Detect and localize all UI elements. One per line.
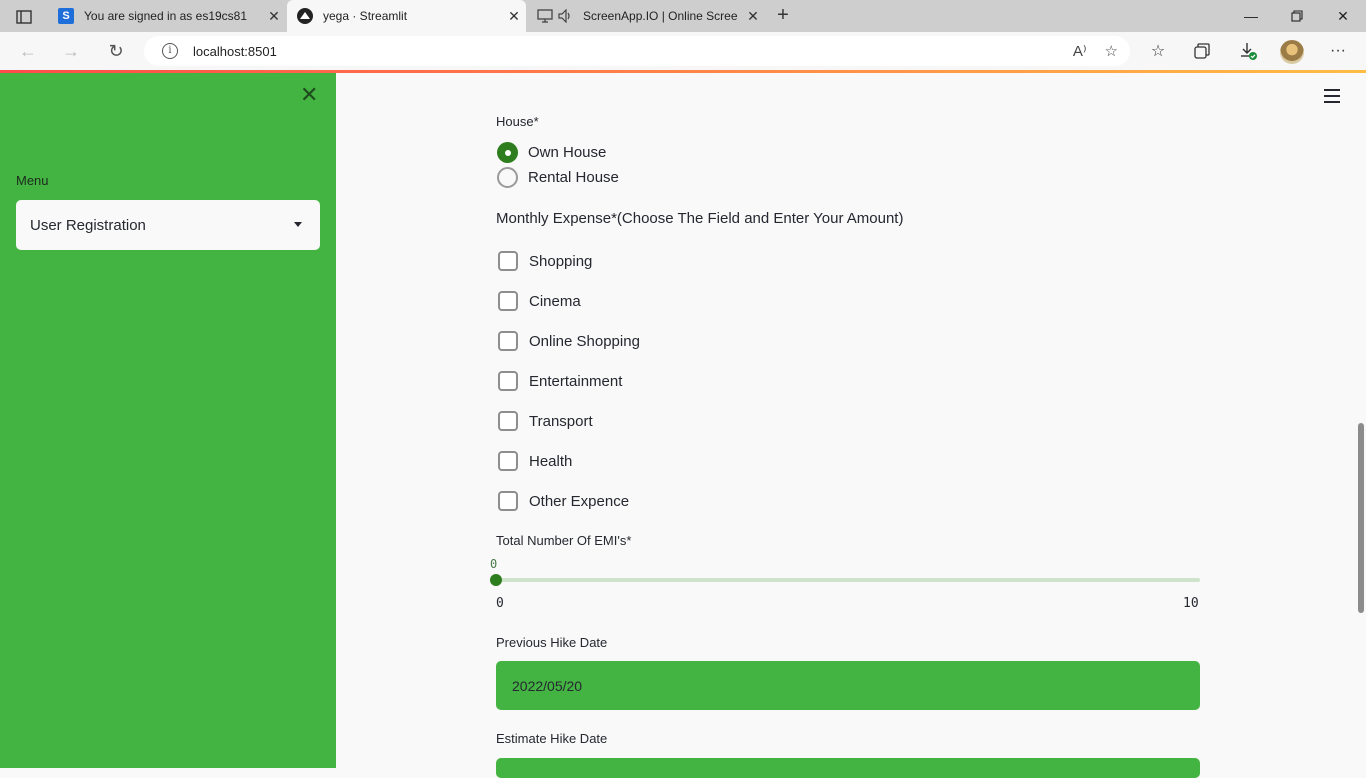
- speaker-icon[interactable]: [557, 8, 573, 24]
- restore-icon[interactable]: [1274, 0, 1320, 32]
- checkbox-label: Cinema: [529, 292, 581, 310]
- emi-slider-track[interactable]: [496, 578, 1200, 582]
- checkbox-label: Shopping: [529, 252, 593, 270]
- checkbox-cinema[interactable]: Cinema: [498, 291, 581, 311]
- caret-down-icon: [294, 222, 302, 227]
- favorites-icon[interactable]: ☆: [1146, 40, 1170, 62]
- browser-tab-signin[interactable]: S You are signed in as es19cs81 ✕: [48, 0, 286, 32]
- previous-hike-date-input[interactable]: 2022/05/20: [496, 661, 1200, 710]
- tab-actions-icon[interactable]: [8, 6, 40, 28]
- main-content: House* Own House Rental House Monthly Ex…: [336, 73, 1366, 778]
- radio-unselected-icon: [497, 167, 518, 188]
- minimize-icon[interactable]: —: [1228, 0, 1274, 32]
- slider-current-value: 0: [490, 557, 498, 571]
- close-tab-icon[interactable]: ✕: [502, 8, 526, 25]
- checkbox-label: Transport: [529, 412, 593, 430]
- s-logo-icon: S: [58, 8, 74, 24]
- new-tab-button[interactable]: +: [771, 4, 795, 28]
- scrollbar[interactable]: [1358, 423, 1364, 613]
- url-text: localhost:8501: [193, 43, 277, 59]
- reload-icon[interactable]: ↻: [102, 39, 130, 63]
- close-tab-icon[interactable]: ✕: [741, 8, 765, 25]
- radio-selected-icon: [497, 142, 518, 163]
- close-tab-icon[interactable]: ✕: [262, 8, 286, 25]
- checkbox-label: Entertainment: [529, 372, 623, 390]
- radio-own-house[interactable]: Own House: [497, 142, 606, 163]
- previous-hike-label: Previous Hike Date: [496, 635, 608, 650]
- checkbox-icon: [498, 371, 518, 391]
- slider-min-label: 0: [496, 596, 504, 611]
- url-field[interactable]: i localhost:8501 A⁾ ☆: [144, 36, 1130, 66]
- browser-tab-screenapp[interactable]: ScreenApp.IO | Online Scree ✕: [527, 0, 765, 32]
- checkbox-icon: [498, 331, 518, 351]
- tab-title: You are signed in as es19cs81: [84, 9, 248, 23]
- checkbox-icon: [498, 491, 518, 511]
- estimate-hike-label: Estimate Hike Date: [496, 731, 608, 746]
- site-info-icon[interactable]: i: [162, 43, 178, 59]
- checkbox-shopping[interactable]: Shopping: [498, 251, 592, 271]
- checkbox-entertainment[interactable]: Entertainment: [498, 371, 622, 391]
- window-close-icon[interactable]: ✕: [1320, 0, 1366, 32]
- emi-label: Total Number Of EMI's*: [496, 533, 632, 548]
- browser-tab-bar: S You are signed in as es19cs81 ✕ yega ·…: [0, 0, 1366, 32]
- slider-max-label: 10: [1183, 596, 1199, 611]
- tab-title: ScreenApp.IO | Online Scree: [583, 9, 738, 23]
- tab-title: yega · Streamlit: [323, 9, 408, 23]
- menu-label: Menu: [16, 173, 49, 188]
- checkbox-other-expence[interactable]: Other Expence: [498, 491, 629, 511]
- sidebar: ✕ Menu User Registration: [0, 73, 336, 768]
- date-value: 2022/05/20: [512, 677, 583, 694]
- back-arrow-icon[interactable]: ←: [14, 39, 42, 63]
- close-sidebar-icon[interactable]: ✕: [300, 84, 318, 106]
- forward-arrow-icon[interactable]: →: [57, 39, 85, 63]
- more-options-icon[interactable]: ···: [1326, 40, 1350, 62]
- checkbox-icon: [498, 411, 518, 431]
- radio-rental-house[interactable]: Rental House: [497, 167, 619, 188]
- downloads-icon[interactable]: [1236, 40, 1260, 62]
- radio-label: Own House: [528, 144, 607, 161]
- browser-tab-streamlit[interactable]: yega · Streamlit ✕: [287, 0, 526, 32]
- checkbox-online-shopping[interactable]: Online Shopping: [498, 331, 640, 351]
- emi-slider-thumb[interactable]: [490, 574, 502, 586]
- add-favorite-icon[interactable]: ☆: [1105, 42, 1118, 60]
- read-aloud-icon[interactable]: A⁾: [1073, 42, 1087, 60]
- checkbox-icon: [498, 251, 518, 271]
- menu-selected-value: User Registration: [30, 216, 146, 234]
- monthly-expense-title: Monthly Expense*(Choose The Field and En…: [496, 210, 904, 227]
- checkbox-transport[interactable]: Transport: [498, 411, 593, 431]
- estimate-hike-date-input[interactable]: [496, 758, 1200, 778]
- checkbox-label: Online Shopping: [529, 332, 640, 350]
- collections-icon[interactable]: [1190, 40, 1214, 62]
- checkbox-label: Health: [529, 452, 573, 470]
- profile-avatar[interactable]: [1280, 40, 1304, 64]
- house-label: House*: [496, 114, 539, 129]
- checkbox-label: Other Expence: [529, 492, 630, 510]
- checkbox-health[interactable]: Health: [498, 451, 572, 471]
- browser-address-bar: ← → ↻ i localhost:8501 A⁾ ☆ ☆ ···: [0, 32, 1366, 70]
- checkbox-icon: [498, 451, 518, 471]
- streamlit-logo-icon: [297, 8, 313, 24]
- hamburger-menu-icon[interactable]: [1324, 89, 1340, 103]
- menu-select[interactable]: User Registration: [16, 200, 320, 250]
- radio-label: Rental House: [528, 169, 619, 186]
- checkbox-icon: [498, 291, 518, 311]
- monitor-icon: [537, 8, 553, 24]
